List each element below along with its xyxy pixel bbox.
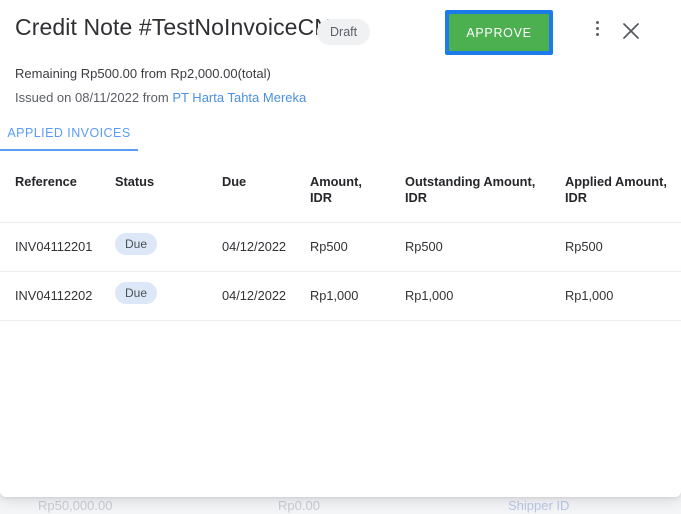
modal-header: Credit Note #TestNoInvoiceCN Draft APPRO… [0,0,681,66]
credit-note-modal: Credit Note #TestNoInvoiceCN Draft APPRO… [0,0,681,497]
tab-applied-invoices-label: APPLIED INVOICES [7,126,131,140]
background-value-1: Rp50,000.00 [38,498,113,513]
issued-by-text: Issued on 08/11/2022 from PT Harta Tahta… [15,90,306,105]
background-summary-row: Rp50,000.00 Rp0.00 Shipper ID [0,498,681,514]
status-badge: Draft [317,19,371,45]
cell-outstanding-amount: Rp1,000 [405,288,454,303]
cell-status: Due [115,233,158,255]
column-header-amount-line2: IDR [310,190,333,205]
page-title: Credit Note #TestNoInvoiceCN [15,14,331,40]
issuer-link[interactable]: PT Harta Tahta Mereka [172,90,306,105]
cell-status: Due [115,282,158,304]
kebab-menu-icon[interactable] [587,21,607,41]
column-header-applied-amount-line1: Applied Amount, [565,174,667,189]
column-header-applied-amount-line2: IDR [565,190,588,205]
approve-button-focus-ring: APPROVE [445,10,553,55]
status-badge-due: Due [115,282,158,304]
tab-active-indicator [0,149,138,151]
column-header-amount: Amount, IDR [310,174,362,206]
column-header-outstanding-amount-line1: Outstanding Amount, [405,174,536,189]
cell-outstanding-amount: Rp500 [405,239,443,254]
cell-due-date: 04/12/2022 [222,288,287,303]
cell-reference: INV04112202 [15,288,93,303]
approve-button[interactable]: APPROVE [449,14,549,51]
background-value-3: Shipper ID [508,498,570,513]
column-header-applied-amount: Applied Amount, IDR [565,174,667,206]
column-header-amount-line1: Amount, [310,174,362,189]
tab-applied-invoices[interactable]: APPLIED INVOICES [0,122,138,151]
remaining-amount-text: Remaining Rp500.00 from Rp2,000.00(total… [15,66,271,81]
column-header-status: Status [115,174,154,190]
table-header-row: Reference Status Due Amount, IDR Outstan… [0,153,681,223]
table-empty-space [0,321,681,471]
kebab-dot [595,21,599,24]
column-header-reference-line1: Reference [15,174,77,189]
column-header-due: Due [222,174,246,190]
cell-amount: Rp1,000 [310,288,359,303]
column-header-status-line1: Status [115,174,155,189]
cell-applied-amount: Rp500 [565,239,603,254]
issued-prefix: Issued on 08/11/2022 from [15,90,173,105]
close-icon[interactable] [619,19,643,43]
kebab-dot [595,33,599,36]
column-header-reference: Reference [15,174,77,190]
cell-due-date: 04/12/2022 [222,239,287,254]
background-value-2: Rp0.00 [278,498,320,513]
column-header-due-line1: Due [222,174,247,189]
tab-bar: APPLIED INVOICES [0,122,681,151]
column-header-outstanding-amount: Outstanding Amount, IDR [405,174,535,206]
cell-amount: Rp500 [310,239,348,254]
applied-invoices-table: Reference Status Due Amount, IDR Outstan… [0,153,681,471]
table-row[interactable]: INV04112201 Due 04/12/2022 Rp500 Rp500 R… [0,223,681,272]
cell-applied-amount: Rp1,000 [565,288,614,303]
status-badge-due: Due [115,233,158,255]
table-row[interactable]: INV04112202 Due 04/12/2022 Rp1,000 Rp1,0… [0,272,681,321]
column-header-outstanding-amount-line2: IDR [405,190,428,205]
cell-reference: INV04112201 [15,239,93,254]
kebab-dot [595,27,599,30]
